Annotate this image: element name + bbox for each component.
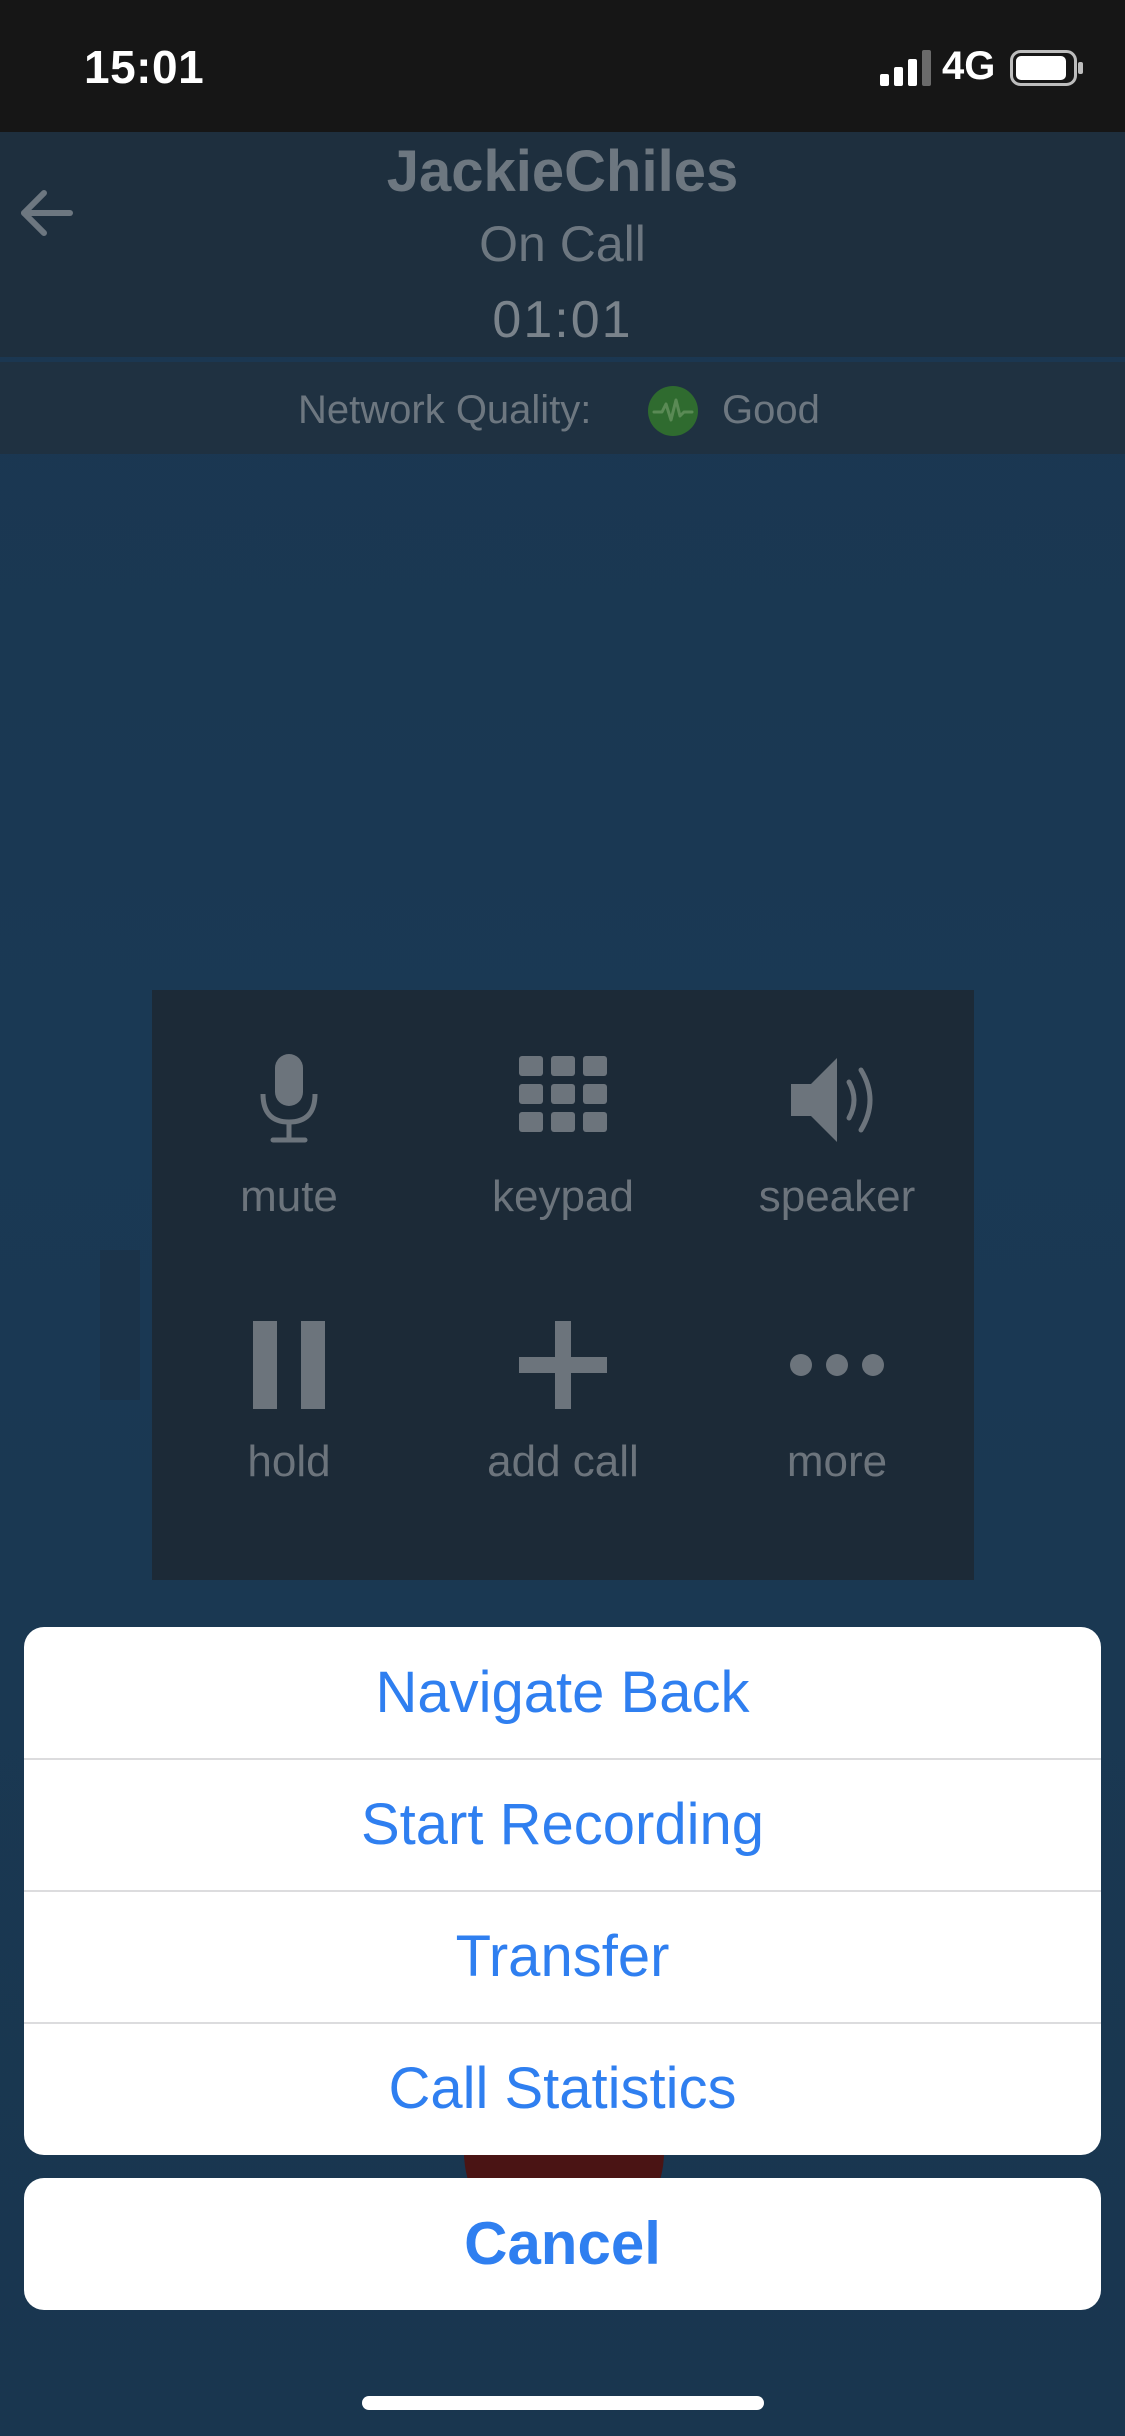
pause-icon <box>253 1321 325 1409</box>
keypad-icon <box>519 1056 607 1132</box>
mute-button[interactable]: mute <box>154 1050 424 1300</box>
call-status: On Call <box>479 216 646 272</box>
microphone-icon <box>260 1054 318 1143</box>
caller-name: JackieChiles <box>386 139 739 204</box>
network-quality-label: Network Quality: <box>298 388 592 432</box>
signal-icon <box>880 50 931 86</box>
more-label: more <box>786 1437 888 1486</box>
more-icon <box>790 1354 884 1376</box>
network-type: 4G <box>942 44 996 88</box>
network-quality-value: Good <box>722 388 820 432</box>
plus-icon <box>519 1321 607 1409</box>
speaker-icon <box>791 1058 873 1142</box>
home-indicator[interactable] <box>362 2396 764 2410</box>
mute-label: mute <box>240 1172 338 1221</box>
add-call-label: add call <box>487 1437 639 1486</box>
call-screen: 15:01 4G JackieChiles On Call 01:01 Netw… <box>0 0 1125 2436</box>
keypad-button[interactable]: keypad <box>428 1050 698 1300</box>
add-call-button[interactable]: add call <box>428 1315 698 1565</box>
cancel-button[interactable]: Cancel <box>24 2178 1101 2310</box>
keypad-label: keypad <box>492 1172 634 1221</box>
hold-label: hold <box>247 1437 331 1486</box>
more-button[interactable]: more <box>702 1315 972 1565</box>
pulse-icon <box>648 386 698 436</box>
action-sheet: Navigate Back Start Recording Transfer C… <box>24 1627 1101 2155</box>
status-time: 15:01 <box>84 41 205 93</box>
battery-icon <box>1010 50 1083 86</box>
speaker-label: speaker <box>758 1172 916 1221</box>
start-recording-option[interactable]: Start Recording <box>24 1759 1101 1891</box>
transfer-option[interactable]: Transfer <box>24 1891 1101 2023</box>
status-bar: 15:01 4G <box>0 0 1125 132</box>
call-timer: 01:01 <box>492 291 633 349</box>
call-statistics-option[interactable]: Call Statistics <box>24 2023 1101 2155</box>
hold-button[interactable]: hold <box>154 1315 424 1565</box>
navigate-back-option[interactable]: Navigate Back <box>24 1627 1101 1759</box>
speaker-button[interactable]: speaker <box>702 1050 972 1300</box>
call-controls-panel: mute keypad speaker hold add call more <box>152 990 974 1580</box>
